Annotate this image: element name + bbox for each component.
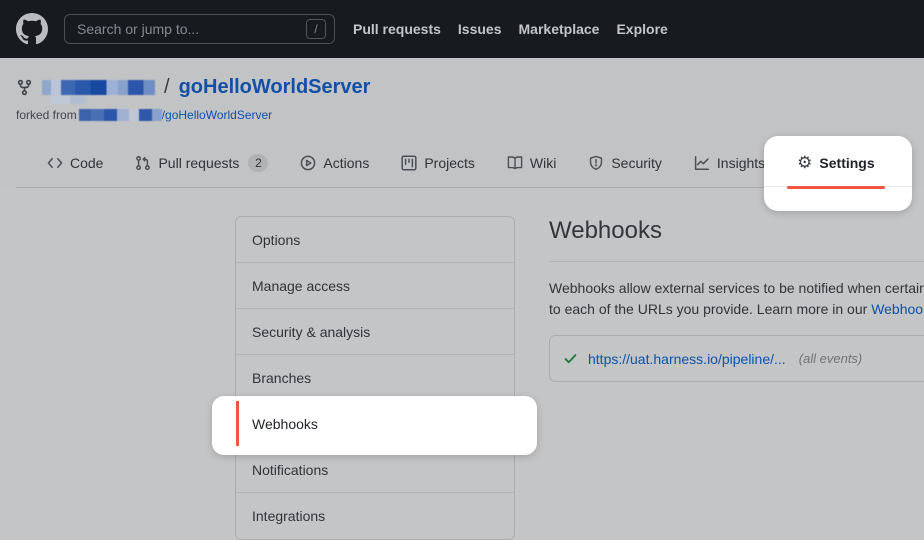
sidebar-item-manage-access-label: Manage access <box>252 278 350 294</box>
check-icon <box>563 351 578 366</box>
page-title: Webhooks <box>549 216 924 246</box>
sidebar-item-security-analysis-label: Security & analysis <box>252 324 370 340</box>
description-line-2-text: to each of the URLs you provide. Learn m… <box>549 301 871 317</box>
forked-from-row: forked from /goHelloWorldServer <box>16 108 908 122</box>
repo-title-row: / goHelloWorldServer <box>16 76 908 99</box>
search-box[interactable]: / <box>64 14 335 44</box>
tab-wiki-label: Wiki <box>530 155 556 171</box>
insights-graph-icon <box>694 155 710 171</box>
tab-security[interactable]: Security <box>577 138 673 187</box>
description-line-2: to each of the URLs you provide. Learn m… <box>549 301 924 317</box>
tab-wiki[interactable]: Wiki <box>496 138 567 187</box>
sidebar-item-branches-label: Branches <box>252 370 311 386</box>
forked-from-label: forked from <box>16 108 77 122</box>
tab-projects[interactable]: Projects <box>390 138 486 187</box>
active-tab-underline <box>787 186 884 189</box>
tab-actions[interactable]: Actions <box>289 138 380 187</box>
active-item-indicator <box>236 401 239 446</box>
sidebar-item-notifications-label: Notifications <box>252 462 328 478</box>
webhooks-panel: Webhooks Webhooks allow external service… <box>549 216 924 382</box>
tab-code[interactable]: Code <box>36 138 114 187</box>
repo-separator: / <box>164 76 170 99</box>
actions-play-icon <box>300 155 316 171</box>
tab-pull-requests[interactable]: Pull requests 2 <box>124 138 279 187</box>
webhooks-description: Webhooks allow external services to be n… <box>549 278 924 320</box>
tab-code-label: Code <box>70 155 103 171</box>
repo-name-link[interactable]: goHelloWorldServer <box>179 76 371 99</box>
tab-projects-label: Projects <box>424 155 475 171</box>
sidebar-item-webhooks[interactable]: Webhooks <box>236 401 514 447</box>
sidebar-item-manage-access[interactable]: Manage access <box>236 263 514 309</box>
repo-tab-bar: Code Pull requests 2 Actions Projects <box>16 138 908 188</box>
sidebar-item-options-label: Options <box>252 232 300 248</box>
github-logo-icon[interactable] <box>16 13 48 45</box>
nav-explore[interactable]: Explore <box>616 21 667 37</box>
tab-pull-requests-label: Pull requests <box>158 155 239 171</box>
repo-forked-icon <box>16 79 33 96</box>
top-header: / Pull requests Issues Marketplace Explo… <box>0 0 924 58</box>
sidebar-item-integrations[interactable]: Integrations <box>236 493 514 539</box>
security-shield-icon <box>588 155 604 171</box>
repo-owner-redacted[interactable] <box>42 80 155 95</box>
slash-shortcut-key: / <box>306 19 326 39</box>
webhook-events-scope: (all events) <box>799 351 863 366</box>
title-divider <box>549 261 924 262</box>
sidebar-item-webhooks-label: Webhooks <box>252 416 318 432</box>
description-line-1: Webhooks allow external services to be n… <box>549 280 924 296</box>
fork-parent-repo-link[interactable]: /goHelloWorldServer <box>162 108 273 122</box>
pull-requests-count-badge: 2 <box>248 154 268 172</box>
nav-marketplace[interactable]: Marketplace <box>519 21 600 37</box>
webhook-url-link[interactable]: https://uat.harness.io/pipeline/... <box>588 351 786 367</box>
settings-gear-icon: ⚙ <box>797 154 812 171</box>
sidebar-item-integrations-label: Integrations <box>252 508 325 524</box>
settings-content: Options Manage access Security & analysi… <box>0 188 924 540</box>
pull-request-icon <box>135 155 151 171</box>
sidebar-item-options[interactable]: Options <box>236 217 514 263</box>
projects-icon <box>401 155 417 171</box>
wiki-book-icon <box>507 155 523 171</box>
header-nav: Pull requests Issues Marketplace Explore <box>353 21 668 37</box>
tab-insights-label: Insights <box>717 155 765 171</box>
code-icon <box>47 155 63 171</box>
tab-security-label: Security <box>611 155 662 171</box>
webhook-list-row: https://uat.harness.io/pipeline/... (all… <box>549 335 924 382</box>
sidebar-item-branches[interactable]: Branches <box>236 355 514 401</box>
sidebar-item-security-analysis[interactable]: Security & analysis <box>236 309 514 355</box>
tab-settings[interactable]: ⚙ Settings <box>786 138 885 187</box>
search-input[interactable] <box>77 21 306 37</box>
tab-settings-label: Settings <box>819 155 874 171</box>
fork-parent-owner-redacted <box>79 109 162 121</box>
nav-pull-requests[interactable]: Pull requests <box>353 21 441 37</box>
settings-sidebar: Options Manage access Security & analysi… <box>235 216 515 540</box>
webhooks-guide-link[interactable]: Webhooks Guide <box>871 301 924 317</box>
nav-issues[interactable]: Issues <box>458 21 502 37</box>
tab-actions-label: Actions <box>323 155 369 171</box>
repo-header: / goHelloWorldServer forked from /goHell… <box>0 58 924 188</box>
tab-insights[interactable]: Insights <box>683 138 776 187</box>
